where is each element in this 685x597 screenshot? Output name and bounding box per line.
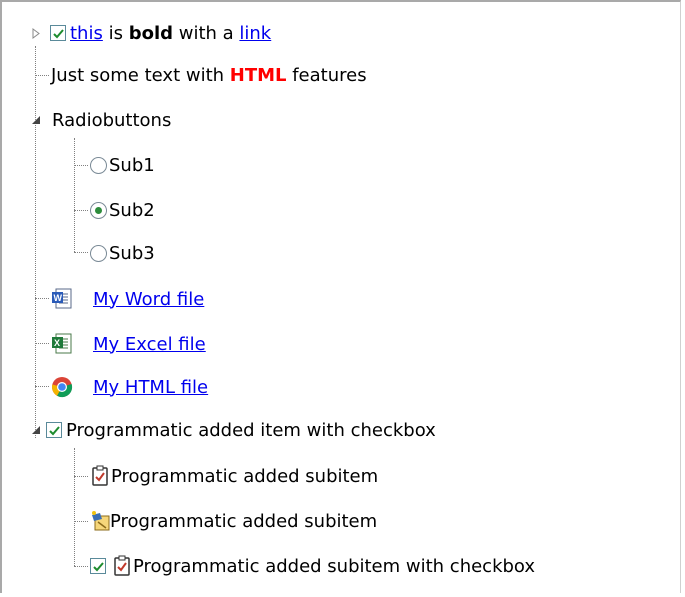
- chrome-icon: [51, 376, 73, 398]
- excel-file-icon: X: [51, 333, 73, 355]
- row-text: features: [286, 64, 367, 86]
- tree-line: [74, 448, 75, 566]
- radio-selected-icon[interactable]: [90, 201, 107, 219]
- tree-node-word-file[interactable]: W My Word file: [51, 284, 204, 314]
- html-highlight-text: HTML: [229, 64, 287, 86]
- radio-option-sub2[interactable]: Sub2: [90, 195, 155, 225]
- radio-label: Sub1: [109, 154, 155, 176]
- checkmark-icon: [92, 561, 104, 571]
- tree-line: [35, 343, 49, 344]
- link-link[interactable]: link: [239, 23, 271, 44]
- node-label: Radiobuttons: [52, 109, 172, 131]
- tree-node-radiobuttons[interactable]: Radiobuttons: [30, 105, 171, 135]
- tree-line: [74, 252, 88, 253]
- tree-node-text[interactable]: Just some text with HTML features: [51, 60, 367, 90]
- node-label: Programmatic added item with checkbox: [66, 419, 436, 441]
- svg-text:W: W: [54, 293, 63, 303]
- bold-text: bold: [128, 22, 173, 44]
- excel-file-link[interactable]: My Excel file: [93, 334, 206, 355]
- clipboard-check-icon: [112, 555, 132, 577]
- clipboard-check-icon: [90, 465, 110, 487]
- html-file-link[interactable]: My HTML file: [93, 377, 208, 398]
- word-file-icon: W: [51, 288, 73, 310]
- tree-line: [74, 165, 88, 166]
- tree-line: [35, 386, 49, 387]
- tree-line: [74, 138, 75, 252]
- word-file-link[interactable]: My Word file: [93, 289, 204, 310]
- tree-node-programmatic-subitem[interactable]: Programmatic added subitem: [90, 461, 378, 491]
- tree-node-programmatic[interactable]: Programmatic added item with checkbox: [30, 415, 436, 445]
- collapse-triangle-icon[interactable]: [30, 424, 42, 436]
- node-checkbox[interactable]: [46, 422, 62, 438]
- node-label: Programmatic added subitem: [110, 510, 378, 532]
- radio-icon[interactable]: [90, 156, 107, 174]
- row-text: Just some text with: [51, 64, 230, 86]
- expand-triangle-icon[interactable]: [30, 27, 42, 39]
- radio-label: Sub3: [109, 242, 155, 264]
- tree-node-programmatic-subitem-checkbox[interactable]: Programmatic added subitem with checkbox: [90, 551, 535, 581]
- tree-line: [35, 298, 49, 299]
- tree-node-html-row[interactable]: this is bold with a link: [30, 18, 271, 48]
- tree-line: [35, 75, 49, 76]
- wizard-icon: [90, 510, 110, 532]
- radio-option-sub1[interactable]: Sub1: [90, 150, 155, 180]
- node-label: Programmatic added subitem: [111, 465, 379, 487]
- tree-line: [74, 210, 88, 211]
- node-checkbox[interactable]: [90, 558, 106, 574]
- radio-option-sub3[interactable]: Sub3: [90, 238, 155, 268]
- tree-node-html-file[interactable]: My HTML file: [51, 372, 208, 402]
- checkmark-icon: [52, 28, 64, 38]
- node-checkbox[interactable]: [50, 25, 66, 41]
- svg-text:X: X: [54, 338, 60, 348]
- this-link[interactable]: this: [70, 23, 103, 44]
- row-text: with a: [173, 22, 240, 44]
- node-label: Programmatic added subitem with checkbox: [133, 555, 536, 577]
- row-text: is: [102, 22, 129, 44]
- tree-line: [74, 521, 88, 522]
- collapse-triangle-icon[interactable]: [30, 114, 42, 126]
- radio-icon[interactable]: [90, 244, 107, 262]
- tree-line: [74, 566, 88, 567]
- tree-node-programmatic-subitem[interactable]: Programmatic added subitem: [90, 506, 377, 536]
- tree-line: [74, 476, 88, 477]
- tree-view[interactable]: this is bold with a link Just some text …: [0, 0, 681, 593]
- tree-node-excel-file[interactable]: X My Excel file: [51, 329, 206, 359]
- checkmark-icon: [48, 425, 60, 435]
- radio-label: Sub2: [109, 199, 155, 221]
